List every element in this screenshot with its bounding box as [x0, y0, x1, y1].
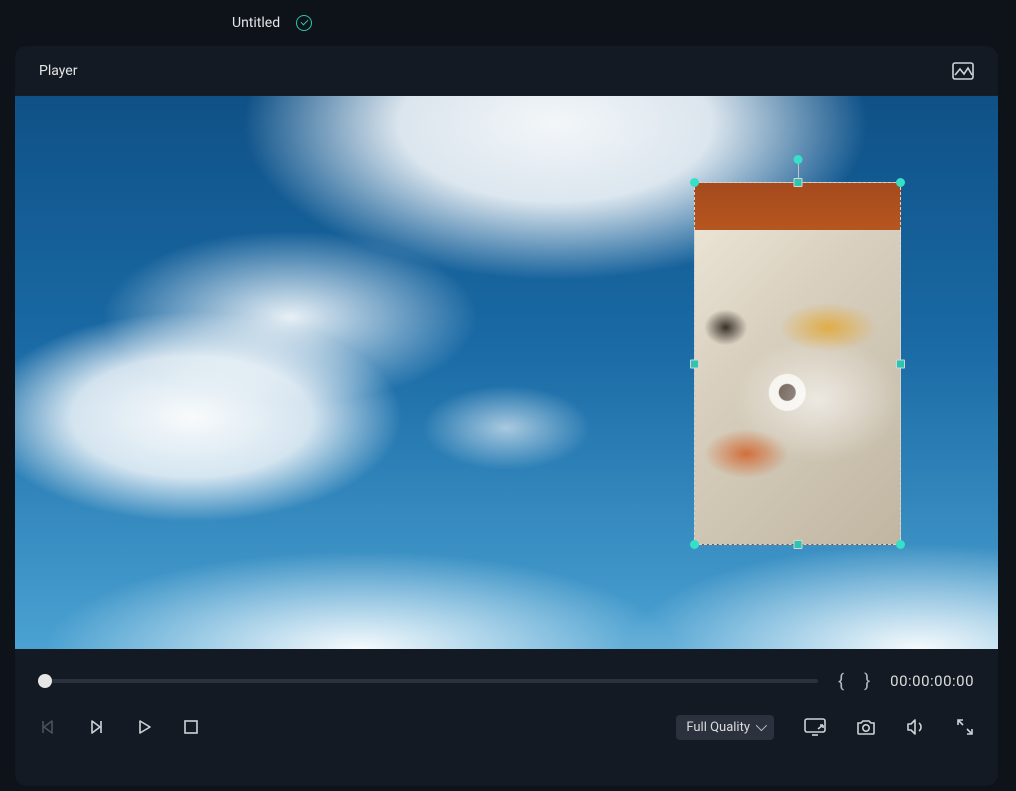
resize-handle-l[interactable] — [690, 359, 699, 368]
player-panel: Player { } — [15, 46, 998, 786]
progress-thumb[interactable] — [38, 674, 52, 688]
titlebar: Untitled — [0, 0, 1016, 46]
transport-row: Full Quality — [39, 707, 974, 747]
chevron-down-icon — [756, 720, 767, 731]
resize-handle-br[interactable] — [896, 540, 905, 549]
fullscreen-button[interactable] — [956, 718, 974, 736]
quality-select[interactable]: Full Quality — [676, 715, 774, 740]
timecode-display: 00:00:00:00 — [890, 672, 974, 690]
play-button[interactable] — [135, 718, 153, 736]
resize-handle-t[interactable] — [793, 178, 802, 187]
rotate-handle[interactable] — [793, 155, 802, 164]
resize-handle-r[interactable] — [896, 359, 905, 368]
mark-in-button[interactable]: { — [838, 671, 844, 692]
resize-handle-bl[interactable] — [690, 540, 699, 549]
player-header-label: Player — [39, 63, 77, 79]
mark-out-button[interactable]: } — [864, 671, 870, 692]
prev-frame-button[interactable] — [39, 718, 57, 736]
volume-button[interactable] — [906, 718, 926, 736]
display-settings-button[interactable] — [804, 718, 826, 736]
player-controls: { } 00:00:00:00 — [15, 649, 998, 786]
saved-check-icon — [296, 15, 312, 31]
next-frame-button[interactable] — [87, 718, 105, 736]
overlay-clip-selected[interactable] — [694, 182, 901, 545]
project-title: Untitled — [232, 15, 280, 31]
snapshot-button[interactable] — [856, 718, 876, 736]
resize-handle-tr[interactable] — [896, 178, 905, 187]
resize-handle-tl[interactable] — [690, 178, 699, 187]
resize-handle-b[interactable] — [793, 540, 802, 549]
preview-viewport[interactable] — [15, 96, 998, 649]
quality-label: Full Quality — [686, 720, 750, 735]
progress-row: { } 00:00:00:00 — [39, 649, 974, 693]
player-header: Player — [15, 46, 998, 96]
image-toggle-icon[interactable] — [952, 62, 974, 80]
progress-track[interactable] — [39, 679, 818, 683]
stop-button[interactable] — [183, 719, 199, 735]
